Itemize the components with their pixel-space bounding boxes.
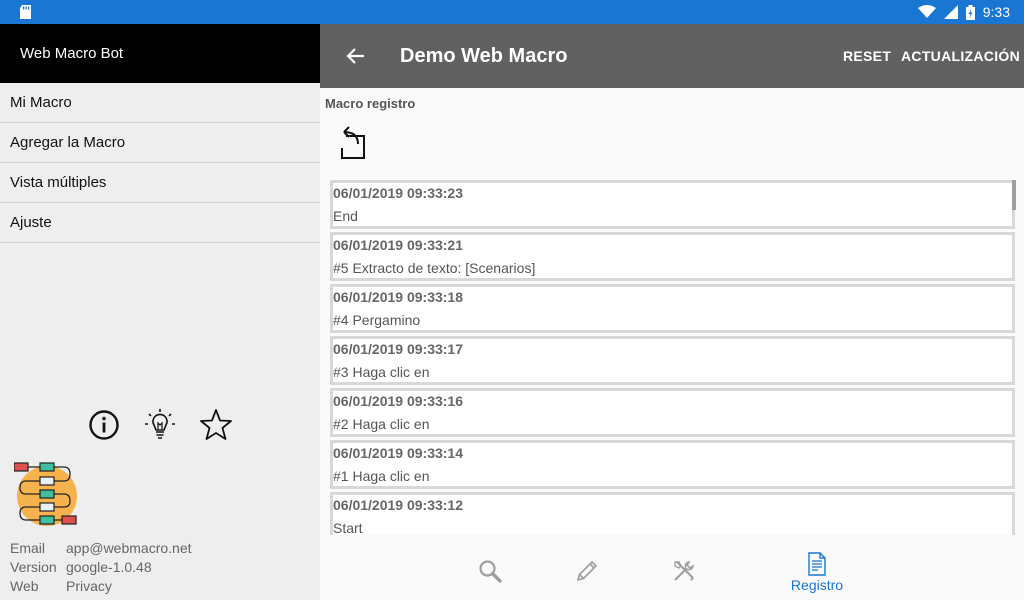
log-message: #4 Pergamino: [333, 312, 421, 328]
menu-item-mi-macro[interactable]: Mi Macro: [0, 83, 320, 123]
log-list[interactable]: 06/01/2019 09:33:23 End 06/01/2019 09:33…: [330, 180, 1015, 535]
search-icon: [479, 560, 502, 583]
nav-registro[interactable]: Registro: [769, 535, 865, 600]
menu-item-agregar-macro[interactable]: Agregar la Macro: [0, 123, 320, 163]
log-entry[interactable]: 06/01/2019 09:33:16 #2 Haga clic en: [330, 388, 1015, 437]
log-timestamp: 06/01/2019 09:33:23: [333, 185, 463, 201]
log-timestamp: 06/01/2019 09:33:12: [333, 497, 463, 513]
menu-item-vista-multiples[interactable]: Vista múltiples: [0, 163, 320, 203]
log-message: End: [333, 208, 358, 224]
log-timestamp: 06/01/2019 09:33:18: [333, 289, 463, 305]
privacy-link[interactable]: Privacy: [66, 577, 112, 596]
nav-tools[interactable]: [636, 535, 732, 600]
info-icon[interactable]: [87, 408, 121, 442]
update-button[interactable]: ACTUALIZACIÓN: [901, 48, 1020, 64]
menu-item-ajuste[interactable]: Ajuste: [0, 203, 320, 243]
nav-registro-label: Registro: [790, 577, 844, 593]
document-icon: [808, 552, 826, 576]
star-icon[interactable]: [199, 408, 233, 442]
log-content: Macro registro 06/01/2019 09:33:23 End 0…: [320, 88, 1024, 535]
log-timestamp: 06/01/2019 09:33:14: [333, 445, 463, 461]
signal-icon: [943, 5, 958, 19]
section-title: Macro registro: [325, 96, 416, 111]
log-message: Start: [333, 520, 363, 535]
page-title: Demo Web Macro: [400, 45, 568, 67]
log-timestamp: 06/01/2019 09:33:17: [333, 341, 463, 357]
log-timestamp: 06/01/2019 09:33:21: [333, 237, 463, 253]
log-entry[interactable]: 06/01/2019 09:33:12 Start: [330, 492, 1015, 535]
sd-card-icon: [20, 5, 31, 19]
return-icon[interactable]: [334, 126, 372, 160]
nav-search[interactable]: [442, 535, 538, 600]
email-value[interactable]: app@webmacro.net: [66, 539, 192, 558]
status-time: 9:33: [982, 4, 1010, 20]
log-message: #3 Haga clic en: [333, 364, 430, 380]
log-message: #5 Extracto de texto: [Scenarios]: [333, 260, 536, 276]
back-arrow-icon[interactable]: [344, 44, 368, 68]
version-value: google-1.0.48: [66, 559, 152, 575]
email-label: Email: [10, 540, 46, 556]
lightbulb-icon[interactable]: [143, 408, 177, 442]
log-message: #1 Haga clic en: [333, 468, 430, 484]
scrollbar-thumb[interactable]: [1012, 180, 1016, 210]
bottom-navigation: Registro: [320, 535, 1024, 600]
log-timestamp: 06/01/2019 09:33:16: [333, 393, 463, 409]
pencil-icon: [577, 561, 597, 581]
log-entry[interactable]: 06/01/2019 09:33:14 #1 Haga clic en: [330, 440, 1015, 489]
app-name: Web Macro Bot: [20, 45, 124, 62]
log-entry[interactable]: 06/01/2019 09:33:21 #5 Extracto de texto…: [330, 232, 1015, 281]
navigation-drawer: Web Macro Bot Mi Macro Agregar la Macro …: [0, 24, 320, 600]
log-entry[interactable]: 06/01/2019 09:33:17 #3 Haga clic en: [330, 336, 1015, 385]
wifi-icon: [917, 5, 936, 18]
drawer-icon-row: [0, 408, 320, 444]
log-entry[interactable]: 06/01/2019 09:33:23 End: [330, 180, 1015, 229]
log-message: #2 Haga clic en: [333, 416, 430, 432]
battery-icon: [965, 4, 975, 20]
status-bar: 9:33: [0, 0, 1024, 24]
reset-button[interactable]: RESET: [843, 48, 891, 64]
app-info: Email app@webmacro.net Version google-1.0.…: [10, 539, 192, 596]
tools-icon: [674, 560, 695, 581]
app-bar: Demo Web Macro RESET ACTUALIZACIÓN: [320, 24, 1024, 88]
version-label: Version: [10, 559, 57, 575]
web-label: Web: [10, 578, 39, 594]
app-logo-icon: [14, 462, 77, 526]
drawer-header: Web Macro Bot: [0, 24, 320, 83]
log-entry[interactable]: 06/01/2019 09:33:18 #4 Pergamino: [330, 284, 1015, 333]
nav-edit[interactable]: [539, 535, 635, 600]
